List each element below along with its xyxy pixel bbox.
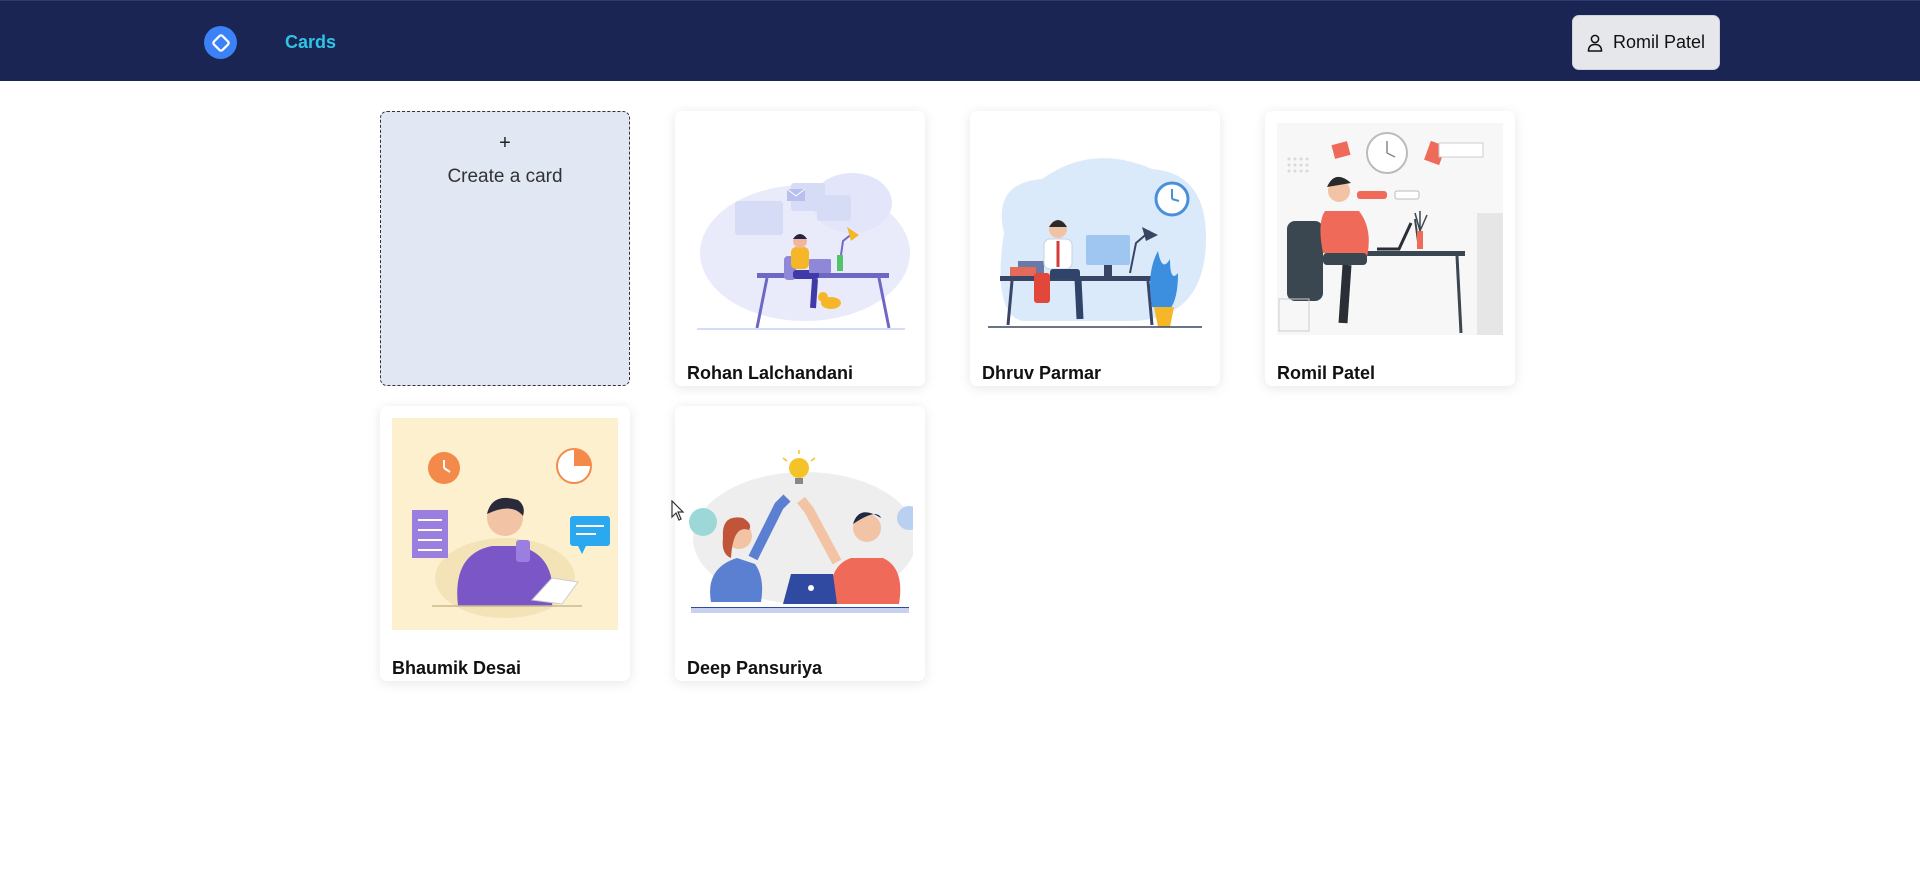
navbar: Cards Romil Patel xyxy=(0,0,1920,81)
create-card-button[interactable]: + Create a card xyxy=(380,111,630,386)
user-icon xyxy=(1587,34,1603,52)
card-name: Rohan Lalchandani xyxy=(687,363,854,383)
card-rohan-lalchandani[interactable]: Rohan Lalchandani xyxy=(675,111,925,386)
plus-icon: + xyxy=(499,132,511,154)
create-card-label: Create a card xyxy=(447,166,563,187)
man-with-phone-illustration xyxy=(392,418,618,630)
nav-link-cards[interactable]: Cards xyxy=(285,32,336,53)
card-name: Deep Pansuriya xyxy=(687,658,823,678)
user-name: Romil Patel xyxy=(1612,32,1706,52)
card-romil-patel[interactable]: Romil Patel xyxy=(1265,111,1515,386)
man-typing-laptop-illustration xyxy=(1277,123,1503,335)
card-name: Romil Patel xyxy=(1277,363,1376,383)
diamond-logo-icon[interactable] xyxy=(204,26,237,59)
two-people-high-five-illustration xyxy=(687,418,913,630)
card-dhruv-parmar[interactable]: Dhruv Parmar xyxy=(970,111,1220,386)
card-bhaumik-desai[interactable]: Bhaumik Desai xyxy=(380,406,630,681)
card-name: Bhaumik Desai xyxy=(392,658,522,678)
user-menu-button[interactable]: Romil Patel xyxy=(1572,15,1720,70)
mouse-cursor-icon xyxy=(671,500,685,521)
card-deep-pansuriya[interactable]: Deep Pansuriya xyxy=(675,406,925,681)
person-at-desk-illustration xyxy=(687,123,913,335)
card-name: Dhruv Parmar xyxy=(982,363,1102,383)
man-at-computer-illustration xyxy=(982,123,1208,335)
